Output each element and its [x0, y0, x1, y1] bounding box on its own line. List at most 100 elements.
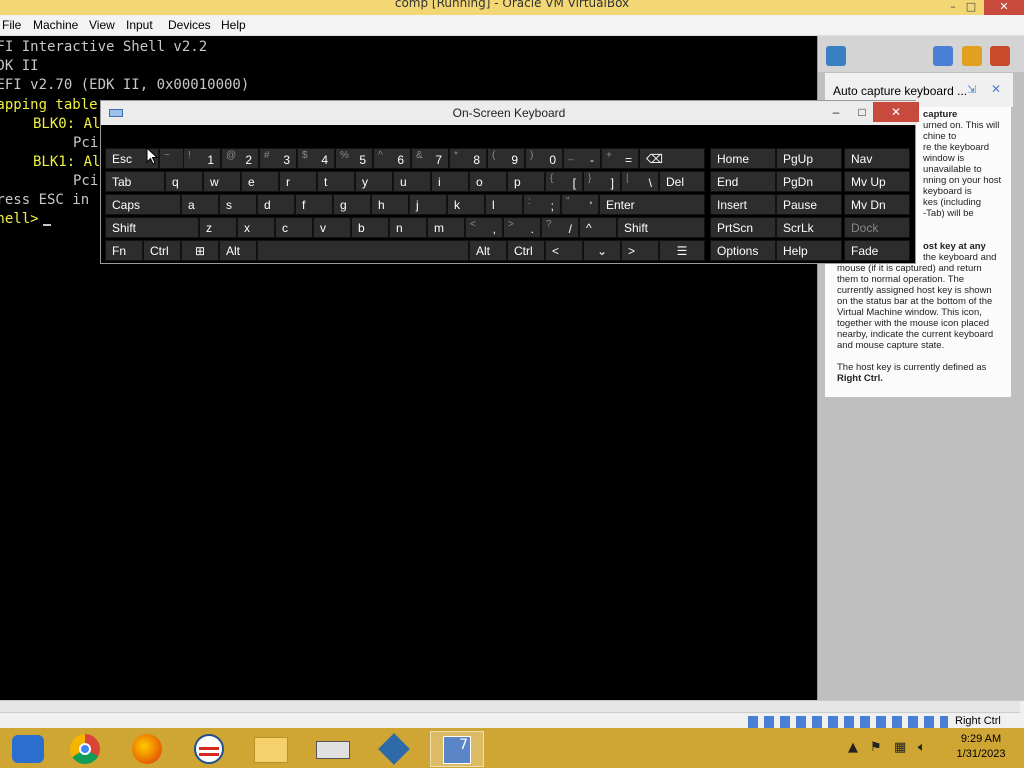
pin-popup-icon[interactable]: ⇲ [967, 83, 976, 96]
key-insert[interactable]: Insert [710, 194, 776, 215]
key-mv-up[interactable]: Mv Up [844, 171, 910, 192]
key-right-ctrl[interactable]: Ctrl [507, 240, 545, 261]
key-left-alt[interactable]: Alt [219, 240, 257, 261]
key-0[interactable]: ) 0 [525, 148, 563, 169]
key-fn[interactable]: Fn [105, 240, 143, 261]
key-scrlk[interactable]: ScrLk [776, 217, 842, 238]
close-button[interactable]: ✕ [984, 0, 1024, 15]
close-all-icon[interactable] [990, 46, 1010, 66]
key-help[interactable]: Help [776, 240, 842, 261]
close-popup-icon[interactable]: ✕ [991, 82, 1001, 96]
chrome-icon[interactable] [58, 731, 112, 767]
key-w[interactable]: w [203, 171, 241, 192]
key-options[interactable]: Options [710, 240, 776, 261]
osk-close-button[interactable]: ✕ [873, 102, 919, 122]
key-prtscn[interactable]: PrtScn [710, 217, 776, 238]
volume-icon[interactable]: 🔈︎ [918, 740, 926, 755]
menu-input[interactable]: Input [126, 18, 153, 32]
firefox-icon[interactable] [120, 731, 174, 767]
key-period[interactable]: >. [503, 217, 541, 238]
key-g[interactable]: g [333, 194, 371, 215]
key-e[interactable]: e [241, 171, 279, 192]
menu-view[interactable]: View [89, 18, 115, 32]
key-backslash[interactable]: | \ [621, 171, 659, 192]
key-quote[interactable]: " ' [561, 194, 599, 215]
key-2[interactable]: @2 [221, 148, 259, 169]
key-left-ctrl[interactable]: Ctrl [143, 240, 181, 261]
key-o[interactable]: o [469, 171, 507, 192]
key-home[interactable]: Home [710, 148, 776, 169]
key-v[interactable]: v [313, 217, 351, 238]
key-x[interactable]: x [237, 217, 275, 238]
key-comma[interactable]: <, [465, 217, 503, 238]
key-1[interactable]: ! 1 [183, 148, 221, 169]
key-left-arrow[interactable]: < [545, 240, 583, 261]
settings-icon[interactable] [933, 46, 953, 66]
key-nav[interactable]: Nav [844, 148, 910, 169]
keyboard-icon[interactable] [306, 731, 360, 767]
key-4[interactable]: $4 [297, 148, 335, 169]
key-right-alt[interactable]: Alt [469, 240, 507, 261]
key-end[interactable]: End [710, 171, 776, 192]
osk-minimize-button[interactable]: – [823, 102, 849, 122]
key-dock[interactable]: Dock [844, 217, 910, 238]
key-8[interactable]: * 8 [449, 148, 487, 169]
key-menu[interactable]: ☰ [659, 240, 705, 261]
key-p[interactable]: p [507, 171, 545, 192]
key-a[interactable]: a [181, 194, 219, 215]
key-l[interactable]: l [485, 194, 523, 215]
menu-devices[interactable]: Devices [168, 18, 211, 32]
key-space[interactable] [257, 240, 469, 261]
key-r[interactable]: r [279, 171, 317, 192]
key-caps[interactable]: Caps [105, 194, 181, 215]
key-down-arrow[interactable]: ⌄ [583, 240, 621, 261]
key-fade[interactable]: Fade [844, 240, 910, 261]
key-c[interactable]: c [275, 217, 313, 238]
key-right-bracket[interactable]: }] [583, 171, 621, 192]
ie-icon[interactable] [2, 731, 56, 767]
key-n[interactable]: n [389, 217, 427, 238]
key-windows[interactable]: ⊞ [181, 240, 219, 261]
key-h[interactable]: h [371, 194, 409, 215]
key-s[interactable]: s [219, 194, 257, 215]
key-7[interactable]: & 7 [411, 148, 449, 169]
action-center-flag-icon[interactable]: ⚑ [870, 740, 882, 755]
key-pause[interactable]: Pause [776, 194, 842, 215]
key-minus[interactable]: _ - [563, 148, 601, 169]
key-enter[interactable]: Enter [599, 194, 705, 215]
pin-icon[interactable] [962, 46, 982, 66]
virtualbox-icon[interactable] [368, 731, 422, 767]
key-t[interactable]: t [317, 171, 355, 192]
key-backspace[interactable]: ⌫ [639, 148, 705, 169]
key-left-shift[interactable]: Shift [105, 217, 199, 238]
key-j[interactable]: j [409, 194, 447, 215]
key-slash[interactable]: ? / [541, 217, 579, 238]
vm7-icon[interactable]: 7 [430, 731, 484, 767]
menu-machine[interactable]: Machine [33, 18, 78, 32]
menu-help[interactable]: Help [221, 18, 246, 32]
osk-maximize-button[interactable]: □ [849, 102, 875, 122]
key-9[interactable]: (9 [487, 148, 525, 169]
key-y[interactable]: y [355, 171, 393, 192]
key-3[interactable]: #3 [259, 148, 297, 169]
key-right-shift[interactable]: Shift [617, 217, 705, 238]
key-5[interactable]: % 5 [335, 148, 373, 169]
key-b[interactable]: b [351, 217, 389, 238]
maximize-button[interactable]: □ [958, 0, 984, 15]
key-q[interactable]: q [165, 171, 203, 192]
key-k[interactable]: k [447, 194, 485, 215]
key-u[interactable]: u [393, 171, 431, 192]
key-equals[interactable]: + = [601, 148, 639, 169]
key-up-arrow[interactable]: ^ [579, 217, 617, 238]
menu-file[interactable]: File [2, 18, 21, 32]
key-right-arrow[interactable]: > [621, 240, 659, 261]
show-hidden-icons-icon[interactable]: ▲ [848, 740, 858, 755]
device-status-icons[interactable] [748, 716, 948, 728]
key-i[interactable]: i [431, 171, 469, 192]
key-del[interactable]: Del [659, 171, 705, 192]
key-f[interactable]: f [295, 194, 333, 215]
notification-icon[interactable] [826, 46, 846, 66]
key-6[interactable]: ^ 6 [373, 148, 411, 169]
key-d[interactable]: d [257, 194, 295, 215]
key-pgdn[interactable]: PgDn [776, 171, 842, 192]
